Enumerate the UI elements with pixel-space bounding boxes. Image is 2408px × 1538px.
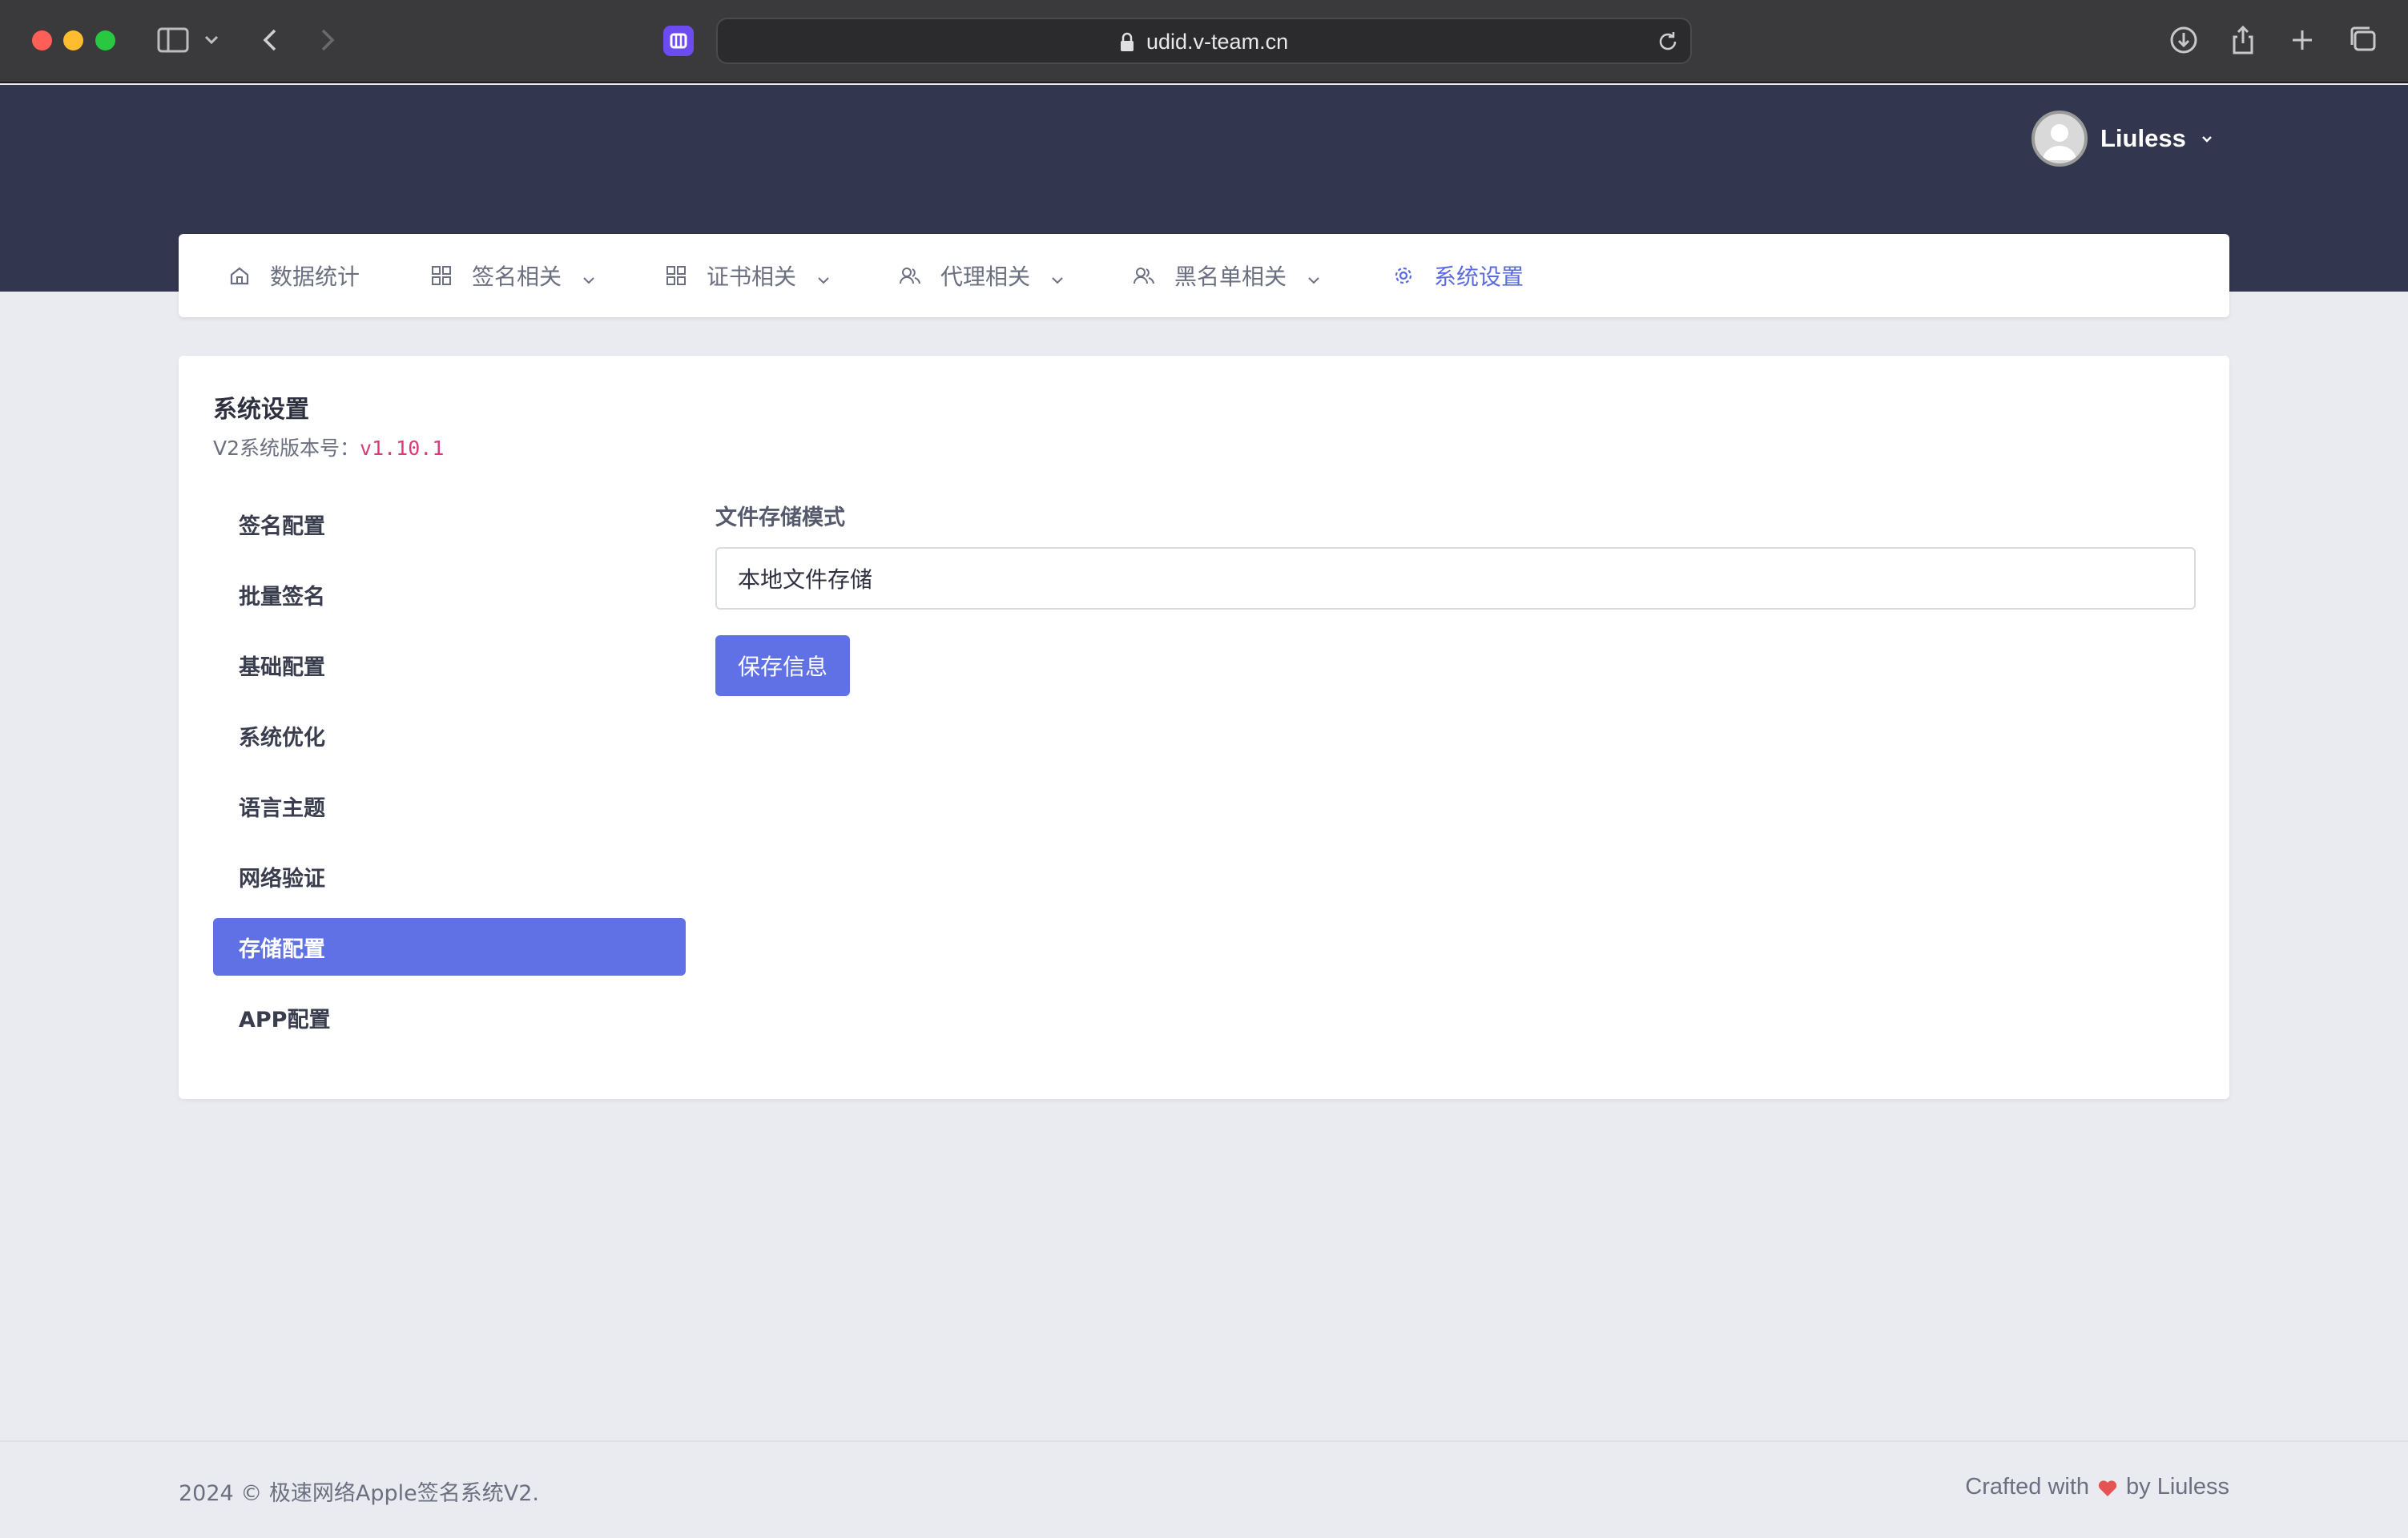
nav-item-system-settings[interactable]: 系统设置 (1392, 234, 1524, 317)
chevron-down-icon (2199, 131, 2215, 147)
side-item-storage-config[interactable]: 存储配置 (213, 918, 686, 976)
settings-card: 系统设置 V2系统版本号：v1.10.1 签名配置 批量签名 基础配置 系统优化… (179, 356, 2229, 1099)
url-text: udid.v-team.cn (1146, 30, 1289, 54)
address-bar[interactable]: udid.v-team.cn (716, 18, 1692, 64)
chevron-down-icon (815, 268, 832, 284)
minimize-window-button[interactable] (63, 30, 83, 50)
side-item-sign-config[interactable]: 签名配置 (213, 495, 686, 553)
forward-icon[interactable] (308, 21, 346, 59)
storage-mode-label: 文件存储模式 (715, 505, 845, 530)
users-icon (899, 264, 921, 287)
nav-item-blacklist[interactable]: 黑名单相关 (1133, 234, 1322, 317)
browser-toolbar: udid.v-team.cn (0, 0, 2408, 83)
top-nav: 数据统计 签名相关 证书相关 代理相关 黑名单相关 系统设置 (179, 234, 2229, 317)
tab-overview-icon[interactable] (2344, 21, 2382, 59)
side-item-app-config[interactable]: APP配置 (213, 988, 686, 1046)
settings-side-menu: 签名配置 批量签名 基础配置 系统优化 语言主题 网络验证 存储配置 APP配置 (213, 495, 686, 1059)
side-item-batch-sign[interactable]: 批量签名 (213, 566, 686, 623)
side-item-basic-config[interactable]: 基础配置 (213, 636, 686, 694)
footer: 2024 © 极速网络Apple签名系统V2. Crafted with by … (0, 1440, 2408, 1538)
nav-item-label: 黑名单相关 (1174, 264, 1287, 290)
users-icon (1133, 264, 1155, 287)
nav-item-agents[interactable]: 代理相关 (899, 234, 1065, 317)
nav-item-label: 代理相关 (940, 264, 1031, 290)
site-favicon-icon[interactable] (663, 26, 694, 56)
nav-item-dashboard[interactable]: 数据统计 (228, 234, 360, 317)
version-label: V2系统版本号： (213, 437, 360, 460)
chevron-down-icon (1049, 268, 1065, 284)
side-item-system-optimize[interactable]: 系统优化 (213, 707, 686, 764)
grid-icon (430, 264, 453, 287)
version-info: V2系统版本号：v1.10.1 (213, 433, 444, 461)
heart-icon (2097, 1478, 2118, 1497)
back-icon[interactable] (252, 21, 290, 59)
lock-icon (1118, 32, 1136, 53)
chevron-down-icon[interactable] (200, 21, 223, 59)
new-tab-icon[interactable] (2283, 21, 2321, 59)
footer-credits: Crafted with by Liuless (1965, 1474, 2229, 1500)
footer-copyright: 2024 © 极速网络Apple签名系统V2. (179, 1481, 539, 1506)
reload-icon[interactable] (1655, 29, 1681, 54)
side-item-network-verify[interactable]: 网络验证 (213, 848, 686, 905)
download-icon[interactable] (2164, 21, 2203, 59)
chevron-down-icon (581, 268, 597, 284)
nav-item-certificates[interactable]: 证书相关 (665, 234, 832, 317)
storage-form: 文件存储模式 本地文件存储 保存信息 (715, 500, 2196, 696)
nav-item-label: 签名相关 (472, 264, 562, 290)
nav-item-signing[interactable]: 签名相关 (430, 234, 597, 317)
page-title: 系统设置 (213, 396, 309, 424)
nav-item-label: 系统设置 (1434, 264, 1524, 290)
chevron-down-icon (1306, 268, 1322, 284)
home-icon (228, 264, 251, 287)
side-item-language-theme[interactable]: 语言主题 (213, 777, 686, 835)
avatar (2031, 111, 2088, 167)
zoom-window-button[interactable] (95, 30, 115, 50)
gear-icon (1392, 264, 1415, 287)
sidebar-toggle-icon[interactable] (154, 21, 192, 59)
share-icon[interactable] (2224, 21, 2262, 59)
close-window-button[interactable] (32, 30, 52, 50)
storage-mode-select[interactable]: 本地文件存储 (715, 547, 2196, 610)
nav-item-label: 证书相关 (707, 264, 797, 290)
version-value: v1.10.1 (360, 437, 445, 460)
user-menu[interactable]: Liuless (2031, 111, 2215, 167)
user-name: Liuless (2100, 124, 2186, 152)
footer-credits-suffix: by Liuless (2126, 1474, 2229, 1500)
grid-icon (665, 264, 687, 287)
save-button[interactable]: 保存信息 (715, 635, 850, 696)
nav-item-label: 数据统计 (270, 264, 360, 290)
footer-credits-prefix: Crafted with (1965, 1474, 2090, 1500)
